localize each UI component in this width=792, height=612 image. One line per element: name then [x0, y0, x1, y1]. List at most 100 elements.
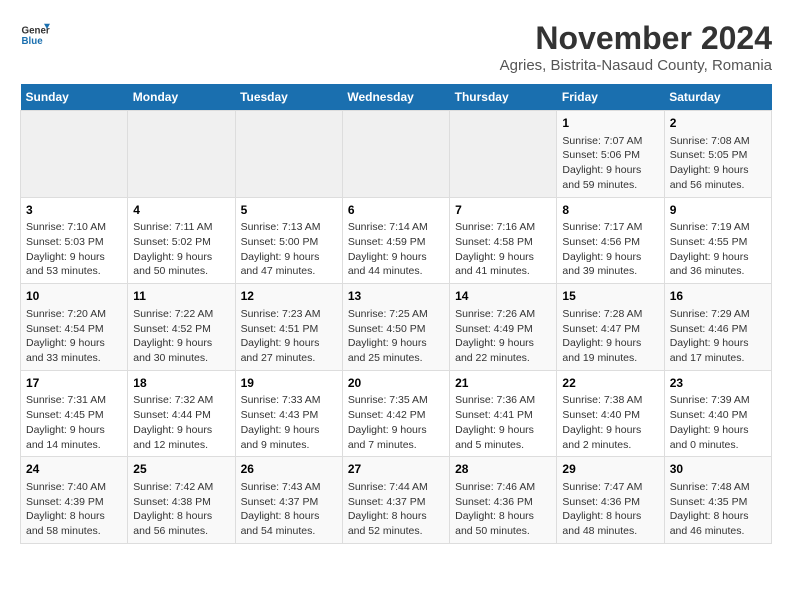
calendar-cell: 16 Sunrise: 7:29 AM Sunset: 4:46 PM Dayli…	[664, 284, 771, 371]
cell-content: Sunrise: 7:42 AM Sunset: 4:38 PM Dayligh…	[133, 480, 229, 539]
calendar-cell	[21, 111, 128, 198]
day-number: 18	[133, 375, 229, 392]
day-number: 29	[562, 461, 658, 478]
day-number: 13	[348, 288, 444, 305]
day-number: 7	[455, 202, 551, 219]
calendar-week-3: 10Sunrise: 7:20 AM Sunset: 4:54 PM Dayli…	[21, 284, 772, 371]
title-area: November 2024 Agries, Bistrita-Nasaud Co…	[500, 20, 772, 74]
calendar-cell: 26 Sunrise: 7:43 AM Sunset: 4:37 PM Dayli…	[235, 457, 342, 544]
cell-content: Sunrise: 7:38 AM Sunset: 4:40 PM Dayligh…	[562, 393, 658, 452]
calendar-cell: 29 Sunrise: 7:47 AM Sunset: 4:36 PM Dayli…	[557, 457, 664, 544]
svg-text:Blue: Blue	[22, 36, 44, 47]
calendar-cell: 11 Sunrise: 7:22 AM Sunset: 4:52 PM Dayli…	[128, 284, 235, 371]
calendar-cell: 8Sunrise: 7:17 AM Sunset: 4:56 PM Daylig…	[557, 197, 664, 284]
day-header-sunday: Sunday	[21, 84, 128, 111]
cell-content: Sunrise: 7:28 AM Sunset: 4:47 PM Dayligh…	[562, 307, 658, 366]
day-number: 21	[455, 375, 551, 392]
cell-content: Sunrise: 7:46 AM Sunset: 4:36 PM Dayligh…	[455, 480, 551, 539]
day-number: 28	[455, 461, 551, 478]
calendar-week-4: 17Sunrise: 7:31 AM Sunset: 4:45 PM Dayli…	[21, 370, 772, 457]
calendar-cell	[235, 111, 342, 198]
calendar-cell: 20Sunrise: 7:35 AM Sunset: 4:42 PM Dayli…	[342, 370, 449, 457]
cell-content: Sunrise: 7:22 AM Sunset: 4:52 PM Dayligh…	[133, 307, 229, 366]
calendar-cell: 22Sunrise: 7:38 AM Sunset: 4:40 PM Dayli…	[557, 370, 664, 457]
day-number: 20	[348, 375, 444, 392]
cell-content: Sunrise: 7:31 AM Sunset: 4:45 PM Dayligh…	[26, 393, 122, 452]
calendar-cell: 19Sunrise: 7:33 AM Sunset: 4:43 PM Dayli…	[235, 370, 342, 457]
calendar-cell: 12 Sunrise: 7:23 AM Sunset: 4:51 PM Dayli…	[235, 284, 342, 371]
svg-text:General: General	[22, 26, 51, 37]
cell-content: Sunrise: 7:47 AM Sunset: 4:36 PM Dayligh…	[562, 480, 658, 539]
calendar-cell	[128, 111, 235, 198]
calendar-cell: 9Sunrise: 7:19 AM Sunset: 4:55 PM Daylig…	[664, 197, 771, 284]
logo: General Blue	[20, 20, 50, 50]
day-number: 3	[26, 202, 122, 219]
calendar-week-2: 3Sunrise: 7:10 AM Sunset: 5:03 PM Daylig…	[21, 197, 772, 284]
day-number: 2	[670, 115, 766, 132]
calendar-cell: 28 Sunrise: 7:46 AM Sunset: 4:36 PM Dayli…	[450, 457, 557, 544]
calendar-cell: 23Sunrise: 7:39 AM Sunset: 4:40 PM Dayli…	[664, 370, 771, 457]
day-header-wednesday: Wednesday	[342, 84, 449, 111]
day-number: 24	[26, 461, 122, 478]
cell-content: Sunrise: 7:19 AM Sunset: 4:55 PM Dayligh…	[670, 220, 766, 279]
day-number: 6	[348, 202, 444, 219]
day-number: 1	[562, 115, 658, 132]
cell-content: Sunrise: 7:14 AM Sunset: 4:59 PM Dayligh…	[348, 220, 444, 279]
calendar-cell: 15 Sunrise: 7:28 AM Sunset: 4:47 PM Dayli…	[557, 284, 664, 371]
day-number: 4	[133, 202, 229, 219]
calendar-cell	[450, 111, 557, 198]
header: General Blue November 2024 Agries, Bistr…	[20, 20, 772, 74]
day-header-saturday: Saturday	[664, 84, 771, 111]
cell-content: Sunrise: 7:11 AM Sunset: 5:02 PM Dayligh…	[133, 220, 229, 279]
cell-content: Sunrise: 7:32 AM Sunset: 4:44 PM Dayligh…	[133, 393, 229, 452]
calendar-cell: 7Sunrise: 7:16 AM Sunset: 4:58 PM Daylig…	[450, 197, 557, 284]
day-header-friday: Friday	[557, 84, 664, 111]
calendar-cell: 30 Sunrise: 7:48 AM Sunset: 4:35 PM Dayli…	[664, 457, 771, 544]
cell-content: Sunrise: 7:43 AM Sunset: 4:37 PM Dayligh…	[241, 480, 337, 539]
cell-content: Sunrise: 7:26 AM Sunset: 4:49 PM Dayligh…	[455, 307, 551, 366]
cell-content: Sunrise: 7:39 AM Sunset: 4:40 PM Dayligh…	[670, 393, 766, 452]
subtitle: Agries, Bistrita-Nasaud County, Romania	[500, 57, 772, 74]
calendar-cell: 27 Sunrise: 7:44 AM Sunset: 4:37 PM Dayli…	[342, 457, 449, 544]
day-number: 12	[241, 288, 337, 305]
calendar-cell: 2 Sunrise: 7:08 AM Sunset: 5:05 PM Daylig…	[664, 111, 771, 198]
calendar-cell: 1Sunrise: 7:07 AM Sunset: 5:06 PM Daylig…	[557, 111, 664, 198]
calendar-week-1: 1Sunrise: 7:07 AM Sunset: 5:06 PM Daylig…	[21, 111, 772, 198]
calendar-week-5: 24 Sunrise: 7:40 AM Sunset: 4:39 PM Dayli…	[21, 457, 772, 544]
calendar-cell: 10Sunrise: 7:20 AM Sunset: 4:54 PM Dayli…	[21, 284, 128, 371]
cell-content: Sunrise: 7:48 AM Sunset: 4:35 PM Dayligh…	[670, 480, 766, 539]
logo-icon: General Blue	[20, 20, 50, 50]
cell-content: Sunrise: 7:40 AM Sunset: 4:39 PM Dayligh…	[26, 480, 122, 539]
day-number: 19	[241, 375, 337, 392]
day-number: 10	[26, 288, 122, 305]
day-number: 14	[455, 288, 551, 305]
calendar-cell: 4Sunrise: 7:11 AM Sunset: 5:02 PM Daylig…	[128, 197, 235, 284]
main-title: November 2024	[500, 20, 772, 57]
calendar-cell: 25Sunrise: 7:42 AM Sunset: 4:38 PM Dayli…	[128, 457, 235, 544]
day-number: 26	[241, 461, 337, 478]
calendar-cell: 5Sunrise: 7:13 AM Sunset: 5:00 PM Daylig…	[235, 197, 342, 284]
calendar-cell	[342, 111, 449, 198]
day-header-monday: Monday	[128, 84, 235, 111]
cell-content: Sunrise: 7:23 AM Sunset: 4:51 PM Dayligh…	[241, 307, 337, 366]
calendar-table: SundayMondayTuesdayWednesdayThursdayFrid…	[20, 84, 772, 544]
cell-content: Sunrise: 7:36 AM Sunset: 4:41 PM Dayligh…	[455, 393, 551, 452]
calendar-cell: 18Sunrise: 7:32 AM Sunset: 4:44 PM Dayli…	[128, 370, 235, 457]
day-number: 5	[241, 202, 337, 219]
day-number: 27	[348, 461, 444, 478]
day-number: 22	[562, 375, 658, 392]
calendar-cell: 24 Sunrise: 7:40 AM Sunset: 4:39 PM Dayli…	[21, 457, 128, 544]
cell-content: Sunrise: 7:08 AM Sunset: 5:05 PM Dayligh…	[670, 134, 766, 193]
day-number: 15	[562, 288, 658, 305]
cell-content: Sunrise: 7:29 AM Sunset: 4:46 PM Dayligh…	[670, 307, 766, 366]
day-number: 16	[670, 288, 766, 305]
cell-content: Sunrise: 7:16 AM Sunset: 4:58 PM Dayligh…	[455, 220, 551, 279]
calendar-cell: 3Sunrise: 7:10 AM Sunset: 5:03 PM Daylig…	[21, 197, 128, 284]
calendar-header: SundayMondayTuesdayWednesdayThursdayFrid…	[21, 84, 772, 111]
day-number: 11	[133, 288, 229, 305]
cell-content: Sunrise: 7:44 AM Sunset: 4:37 PM Dayligh…	[348, 480, 444, 539]
calendar-body: 1Sunrise: 7:07 AM Sunset: 5:06 PM Daylig…	[21, 111, 772, 544]
cell-content: Sunrise: 7:10 AM Sunset: 5:03 PM Dayligh…	[26, 220, 122, 279]
day-number: 30	[670, 461, 766, 478]
cell-content: Sunrise: 7:33 AM Sunset: 4:43 PM Dayligh…	[241, 393, 337, 452]
